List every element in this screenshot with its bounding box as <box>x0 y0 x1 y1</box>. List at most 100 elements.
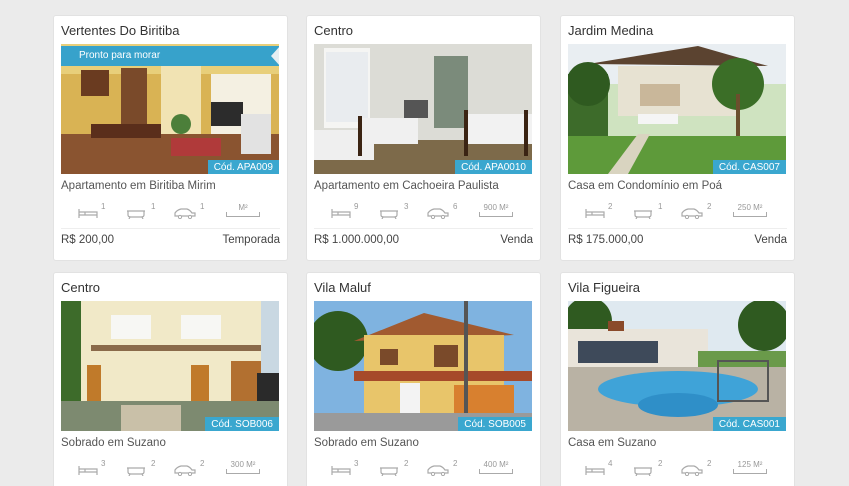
listing-photo[interactable]: Cód. SOB005 <box>314 301 532 431</box>
listing-price: R$ 175.000,00 <box>568 234 644 246</box>
area-feature: 125 M² <box>733 460 767 476</box>
listing-location: Vila Maluf <box>314 280 371 295</box>
card-divider <box>61 228 280 229</box>
area-measure-icon <box>226 469 260 474</box>
garages-count: 2 <box>707 459 712 468</box>
listing-photo[interactable]: Cód. CAS001 <box>568 301 786 431</box>
car-icon <box>174 465 196 476</box>
listing-card[interactable]: Centro Cód. APA0010 Apartamento em Cacho… <box>307 16 540 260</box>
car-icon <box>681 208 703 219</box>
area-value: M² <box>238 203 248 212</box>
bedroom-interior-photo <box>314 44 532 174</box>
area-measure-icon <box>226 212 260 217</box>
listing-features: 3 2 2 300 M² <box>78 459 268 479</box>
card-divider <box>314 228 533 229</box>
pool-house-photo <box>568 301 786 431</box>
bathrooms-count: 2 <box>151 459 156 468</box>
bedrooms-count: 1 <box>101 202 106 211</box>
listing-type[interactable]: Apartamento em Cachoeira Paulista <box>314 180 499 192</box>
garages-count: 1 <box>200 202 205 211</box>
listing-features: 2 1 2 250 M² <box>585 202 775 222</box>
bathtub-icon <box>634 467 652 476</box>
townhouse-photo <box>61 301 279 431</box>
bedrooms-count: 4 <box>608 459 613 468</box>
listing-type[interactable]: Casa em Suzano <box>568 437 656 449</box>
area-value: 300 M² <box>230 460 256 469</box>
listing-type[interactable]: Apartamento em Biritiba Mirim <box>61 180 216 192</box>
listings-grid: Vertentes Do Biritiba Pronto para morar … <box>0 0 849 486</box>
bed-icon <box>78 466 98 475</box>
listing-features: 1 1 1 M² <box>78 202 268 222</box>
ready-to-live-ribbon: Pronto para morar <box>61 46 279 66</box>
car-icon <box>427 208 449 219</box>
listing-photo[interactable]: Pronto para morar Cód. APA009 <box>61 44 279 174</box>
garages-count: 2 <box>200 459 205 468</box>
house-facade-photo <box>314 301 532 431</box>
area-measure-icon <box>479 212 513 217</box>
bed-icon <box>78 209 98 218</box>
listing-code-badge: Cód. SOB006 <box>205 417 279 431</box>
listing-features: 3 2 2 400 M² <box>331 459 521 479</box>
area-measure-icon <box>733 469 767 474</box>
listing-card[interactable]: Vila Maluf Cód. SOB005 Sobrado em Suzano <box>307 273 540 486</box>
listing-photo[interactable]: Cód. SOB006 <box>61 301 279 431</box>
bathtub-icon <box>380 210 398 219</box>
area-feature: 250 M² <box>733 203 767 219</box>
bedrooms-count: 2 <box>608 202 613 211</box>
listing-card[interactable]: Vertentes Do Biritiba Pronto para morar … <box>54 16 287 260</box>
area-value: 250 M² <box>737 203 763 212</box>
bathtub-icon <box>634 210 652 219</box>
listing-price: R$ 1.000.000,00 <box>314 234 400 246</box>
area-measure-icon <box>479 469 513 474</box>
area-feature: 900 M² <box>479 203 513 219</box>
listing-type[interactable]: Sobrado em Suzano <box>61 437 166 449</box>
garages-count: 2 <box>707 202 712 211</box>
listing-location: Centro <box>314 23 354 38</box>
listing-deal-type: Venda <box>500 234 533 246</box>
garages-count: 2 <box>453 459 458 468</box>
bed-icon <box>585 466 605 475</box>
bathrooms-count: 1 <box>151 202 156 211</box>
listing-code-badge: Cód. SOB005 <box>458 417 532 431</box>
listing-location: Centro <box>61 280 101 295</box>
area-feature: 400 M² <box>479 460 513 476</box>
area-value: 400 M² <box>483 460 509 469</box>
listing-code-badge: Cód. CAS001 <box>712 417 786 431</box>
car-icon <box>681 465 703 476</box>
listing-deal-type: Venda <box>754 234 787 246</box>
listing-photo[interactable]: Cód. CAS007 <box>568 44 786 174</box>
bed-icon <box>331 466 351 475</box>
listing-code-badge: Cód. APA0010 <box>455 160 532 174</box>
listing-features: 9 3 6 900 M² <box>331 202 521 222</box>
listing-type[interactable]: Casa em Condomínio em Poá <box>568 180 722 192</box>
area-value: 125 M² <box>737 460 763 469</box>
listing-deal-type: Temporada <box>222 234 280 246</box>
bed-icon <box>585 209 605 218</box>
area-measure-icon <box>733 212 767 217</box>
listing-features: 4 2 2 125 M² <box>585 459 775 479</box>
listing-card[interactable]: Centro Cód. SOB006 Sobrado em Suzano 3 2… <box>54 273 287 486</box>
card-divider <box>568 228 787 229</box>
listing-price: R$ 200,00 <box>61 234 115 246</box>
listing-card[interactable]: Vila Figueira Cód. CAS001 Casa em Suzano <box>561 273 794 486</box>
listing-code-badge: Cód. APA009 <box>207 160 279 174</box>
bed-icon <box>331 209 351 218</box>
bathtub-icon <box>127 210 145 219</box>
listing-photo[interactable]: Cód. APA0010 <box>314 44 532 174</box>
listing-card[interactable]: Jardim Medina Cód. CAS007 Casa em Condom… <box>561 16 794 260</box>
bathrooms-count: 1 <box>658 202 663 211</box>
listing-type[interactable]: Sobrado em Suzano <box>314 437 419 449</box>
garden-house-photo <box>568 44 786 174</box>
garages-count: 6 <box>453 202 458 211</box>
car-icon <box>427 465 449 476</box>
bathrooms-count: 2 <box>404 459 409 468</box>
bedrooms-count: 3 <box>101 459 106 468</box>
listing-location: Vila Figueira <box>568 280 641 295</box>
area-value: 900 M² <box>483 203 509 212</box>
bathtub-icon <box>380 467 398 476</box>
bathrooms-count: 2 <box>658 459 663 468</box>
bathrooms-count: 3 <box>404 202 409 211</box>
area-feature: M² <box>226 203 260 219</box>
area-feature: 300 M² <box>226 460 260 476</box>
bedrooms-count: 3 <box>354 459 359 468</box>
